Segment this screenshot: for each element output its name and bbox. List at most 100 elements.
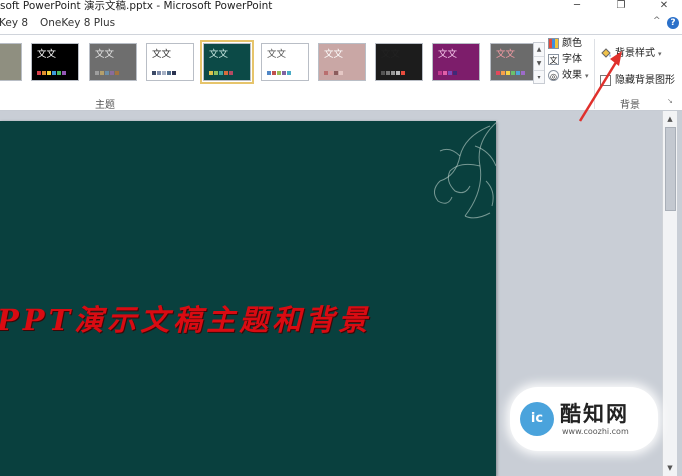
- annotation-arrow-icon: [578, 51, 622, 122]
- color-swatch: [47, 71, 51, 75]
- dialog-launcher-icon[interactable]: ↘: [667, 97, 673, 105]
- color-swatch: [396, 71, 400, 75]
- color-swatch: [339, 71, 343, 75]
- theme-sample-text: 文文: [152, 49, 172, 60]
- theme-color-swatches: [152, 71, 176, 75]
- scroll-thumb[interactable]: [665, 127, 676, 211]
- theme-thumbnail[interactable]: 文文: [490, 43, 538, 81]
- color-swatch: [272, 71, 276, 75]
- color-swatch: [448, 71, 452, 75]
- theme-color-swatches: [37, 71, 66, 75]
- color-swatch: [386, 71, 390, 75]
- theme-sample-text: 文文: [324, 49, 344, 60]
- color-swatch: [438, 71, 442, 75]
- color-swatch: [324, 71, 328, 75]
- color-swatch: [229, 71, 233, 75]
- color-swatch: [401, 71, 405, 75]
- theme-sample-text: 文文: [37, 49, 57, 60]
- slide-canvas[interactable]: PPT演示文稿主题和背景: [0, 121, 496, 476]
- theme-sample-text: 文文: [95, 49, 115, 60]
- color-swatch: [329, 71, 333, 75]
- minimize-button[interactable]: ─: [566, 0, 588, 14]
- theme-thumbnail[interactable]: 文文: [200, 40, 254, 84]
- theme-thumbnail[interactable]: [0, 43, 22, 81]
- color-swatch: [37, 71, 41, 75]
- color-swatch: [443, 71, 447, 75]
- color-swatch: [52, 71, 56, 75]
- color-swatch: [511, 71, 515, 75]
- watermark-name: 酷知网: [560, 402, 629, 426]
- color-swatch: [501, 71, 505, 75]
- theme-thumbnail[interactable]: 文文: [261, 43, 309, 81]
- theme-thumbnail[interactable]: 文文: [375, 43, 423, 81]
- color-swatch: [105, 71, 109, 75]
- theme-thumbnail[interactable]: 文文: [146, 43, 194, 81]
- watermark-url: www.coozhi.com: [562, 427, 629, 436]
- theme-color-swatches: [496, 71, 525, 75]
- color-swatch: [453, 71, 457, 75]
- tab-onekey-8[interactable]: Key 8: [0, 17, 28, 29]
- tab-onekey-8-plus[interactable]: OneKey 8 Plus: [40, 17, 115, 29]
- vertical-scrollbar[interactable]: ▲ ▼: [662, 111, 677, 476]
- color-swatch: [100, 71, 104, 75]
- theme-sample-text: 文文: [267, 49, 287, 60]
- color-swatch: [209, 71, 213, 75]
- color-swatch: [496, 71, 500, 75]
- color-swatch: [57, 71, 61, 75]
- window-title: soft PowerPoint 演示文稿.pptx - Microsoft Po…: [0, 0, 273, 12]
- color-swatch: [521, 71, 525, 75]
- colors-label: 颜色: [562, 38, 582, 49]
- scroll-up-icon[interactable]: ▲: [663, 112, 677, 126]
- color-swatch: [219, 71, 223, 75]
- theme-color-swatches: [95, 71, 119, 75]
- theme-color-swatches: [209, 71, 233, 75]
- color-swatch: [287, 71, 291, 75]
- color-swatch: [391, 71, 395, 75]
- color-swatch: [381, 71, 385, 75]
- color-swatch: [110, 71, 114, 75]
- theme-sample-text: 文文: [496, 49, 516, 60]
- themes-group-label: 主题: [95, 100, 115, 111]
- gallery-up-icon[interactable]: ▲: [534, 43, 544, 57]
- color-swatch: [42, 71, 46, 75]
- theme-sample-text: 文文: [209, 49, 229, 60]
- theme-thumbnail[interactable]: 文文: [318, 43, 366, 81]
- title-bar: soft PowerPoint 演示文稿.pptx - Microsoft Po…: [0, 0, 682, 14]
- color-swatch: [62, 71, 66, 75]
- close-button[interactable]: ✕: [653, 0, 675, 14]
- color-swatch: [172, 71, 176, 75]
- color-swatch: [334, 71, 338, 75]
- scroll-down-icon[interactable]: ▼: [663, 461, 677, 475]
- color-swatch: [152, 71, 156, 75]
- chevron-down-icon: ▾: [658, 50, 662, 58]
- collapse-ribbon-icon[interactable]: ^: [653, 16, 661, 26]
- floral-ornament: [434, 122, 496, 219]
- help-icon[interactable]: ?: [667, 17, 679, 29]
- theme-color-swatches: [267, 71, 291, 75]
- color-swatch: [115, 71, 119, 75]
- color-swatch: [167, 71, 171, 75]
- color-swatch: [506, 71, 510, 75]
- slide-title[interactable]: PPT演示文稿主题和背景: [0, 297, 371, 339]
- theme-color-swatches: [381, 71, 405, 75]
- theme-thumbnail[interactable]: 文文: [89, 43, 137, 81]
- fonts-icon: 文: [548, 53, 559, 65]
- color-swatch: [95, 71, 99, 75]
- watermark-logo: ic: [520, 402, 554, 436]
- theme-color-swatches: [324, 71, 343, 75]
- gallery-more-icon[interactable]: ▾: [534, 71, 544, 84]
- color-swatch: [277, 71, 281, 75]
- gallery-down-icon[interactable]: ▼: [534, 57, 544, 71]
- gallery-scroller: ▲ ▼ ▾: [533, 42, 545, 84]
- color-swatch: [516, 71, 520, 75]
- restore-button[interactable]: ❐: [610, 0, 632, 14]
- color-swatch: [214, 71, 218, 75]
- theme-sample-text: 文文: [438, 49, 458, 60]
- colors-icon: [548, 37, 559, 49]
- effects-icon: ◎: [548, 69, 559, 81]
- theme-color-swatches: [438, 71, 457, 75]
- theme-thumbnail[interactable]: 文文: [31, 43, 79, 81]
- theme-sample-text: 文文: [381, 49, 401, 60]
- watermark: ic 酷知网 www.coozhi.com: [510, 387, 658, 451]
- theme-thumbnail[interactable]: 文文: [432, 43, 480, 81]
